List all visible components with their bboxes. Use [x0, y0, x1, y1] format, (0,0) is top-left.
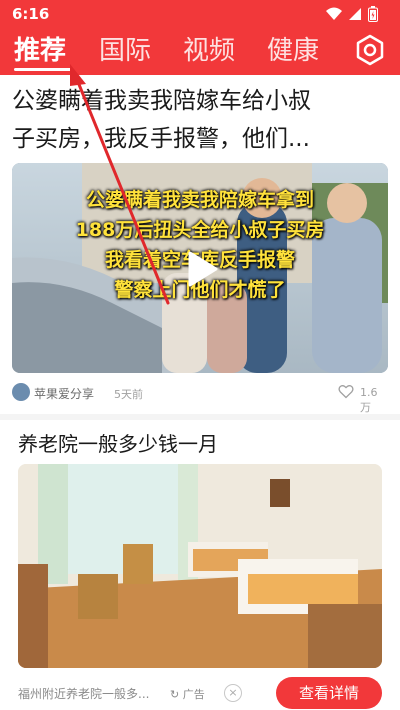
heart-icon[interactable]: [338, 384, 354, 399]
post-time: 5天前: [114, 388, 143, 401]
nursing-room-scene: [18, 464, 382, 668]
status-bar: 6:16: [0, 0, 400, 28]
top-header: 6:16 推荐 国际 视频 健康: [0, 0, 400, 75]
battery-icon: [368, 6, 378, 22]
ad-description: 福州附近养老院一般多...: [18, 687, 150, 701]
play-icon[interactable]: [180, 249, 220, 289]
wifi-icon: [326, 7, 342, 20]
category-tabs: 推荐 国际 视频 健康: [0, 30, 400, 72]
video-thumbnail[interactable]: 公婆瞒着我卖我陪嫁车拿到 188万后扭头全给小叔子买房 我看着空车库反手报警 警…: [12, 163, 388, 373]
ad-marker-icon: ↻: [170, 688, 180, 701]
tab-health[interactable]: 健康: [267, 30, 319, 67]
tab-international[interactable]: 国际: [99, 30, 151, 67]
like-count: 1.6万: [360, 386, 378, 414]
news-headline[interactable]: 公婆瞒着我卖我陪嫁车给小叔 子买房，我反手报警，他们...: [12, 82, 388, 158]
close-icon[interactable]: ×: [224, 684, 242, 702]
tab-recommend[interactable]: 推荐: [14, 30, 66, 67]
ad-footer: 福州附近养老院一般多... ↻ 广告 × 查看详情: [18, 677, 382, 709]
tab-video[interactable]: 视频: [183, 30, 235, 67]
caption-line: 公婆瞒着我卖我陪嫁车拿到: [85, 189, 314, 211]
news-headline-line2: 子买房，我反手报警，他们...: [12, 126, 310, 152]
ad-headline[interactable]: 养老院一般多少钱一月: [18, 428, 218, 457]
feed-divider: [0, 414, 400, 420]
gear-icon[interactable]: [354, 34, 386, 66]
ad-badge-label: 广告: [182, 688, 205, 701]
news-headline-line1: 公婆瞒着我卖我陪嫁车给小叔: [12, 88, 311, 114]
avatar[interactable]: [12, 383, 30, 401]
ad-image[interactable]: [18, 464, 382, 668]
signal-icon: [349, 8, 361, 20]
caption-line: 188万后扭头全给小叔子买房: [75, 219, 325, 241]
status-icons: [326, 6, 378, 22]
author-name[interactable]: 苹果爱分享: [34, 385, 94, 402]
ad-badge: ↻ 广告: [170, 686, 205, 702]
news-meta: 苹果爱分享 5天前 1.6万: [12, 382, 388, 414]
view-details-button[interactable]: 查看详情: [276, 677, 382, 709]
active-tab-indicator: [14, 68, 72, 71]
status-time: 6:16: [12, 5, 50, 23]
